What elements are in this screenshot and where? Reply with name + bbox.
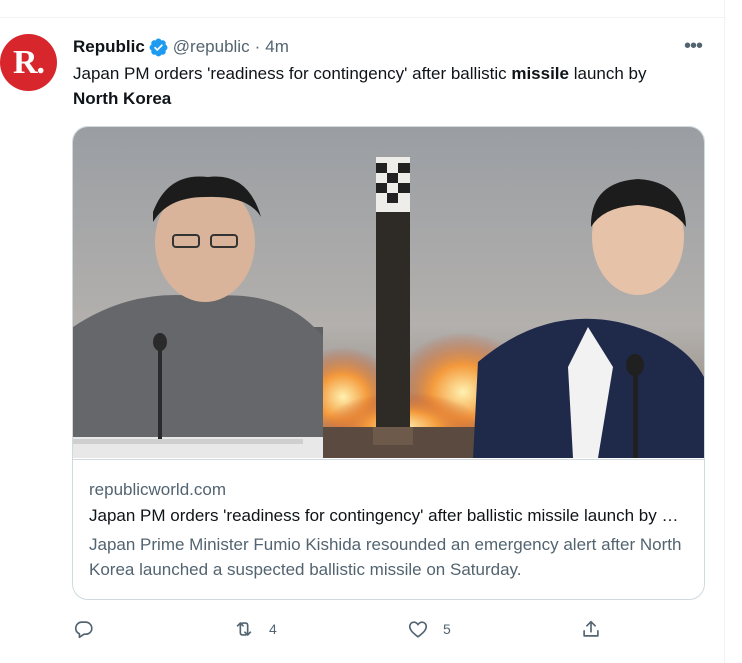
link-card[interactable]: republicworld.com Japan PM orders 'readi…: [72, 126, 705, 600]
retweet-count: 4: [269, 621, 277, 637]
avatar-logo: R.: [12, 43, 45, 81]
timeline-top-divider: [0, 0, 726, 18]
tweet[interactable]: R. Republic @republic · 4m ••• Japan PM …: [0, 18, 724, 663]
avatar[interactable]: R.: [0, 34, 57, 91]
like-icon: [408, 621, 428, 638]
reply-icon: [74, 621, 93, 639]
like-count: 5: [443, 621, 451, 637]
hashtag-missile: missile: [511, 64, 569, 83]
card-body[interactable]: republicworld.com Japan PM orders 'readi…: [73, 459, 704, 599]
timestamp[interactable]: 4m: [265, 37, 289, 57]
share-button[interactable]: [580, 614, 602, 644]
tweet-text-part: launch by: [568, 64, 647, 83]
retweet-button[interactable]: 4: [233, 614, 277, 644]
tweet-actions: 4 5: [73, 614, 613, 644]
author-name[interactable]: Republic: [73, 37, 145, 57]
tweet-text-part: Japan PM orders 'readiness for contingen…: [73, 64, 512, 83]
card-title: Japan PM orders 'readiness for contingen…: [89, 506, 689, 525]
share-icon: [583, 620, 599, 637]
reply-button[interactable]: [73, 614, 109, 644]
author-handle[interactable]: @republic: [173, 37, 250, 57]
tweet-header: Republic @republic · 4m: [73, 36, 289, 58]
card-description: Japan Prime Minister Fumio Kishida resou…: [89, 535, 682, 579]
retweet-icon: [236, 622, 252, 636]
timeline-right-border: [724, 0, 725, 663]
card-image[interactable]: [73, 127, 704, 458]
like-button[interactable]: 5: [407, 614, 451, 644]
hashtag-north-korea: North Korea: [73, 89, 172, 108]
separator-dot: ·: [254, 37, 261, 56]
card-domain: republicworld.com: [89, 480, 226, 499]
tweet-text: Japan PM orders 'readiness for contingen…: [73, 61, 693, 111]
more-icon[interactable]: •••: [681, 34, 705, 58]
verified-badge-icon: [149, 38, 168, 56]
